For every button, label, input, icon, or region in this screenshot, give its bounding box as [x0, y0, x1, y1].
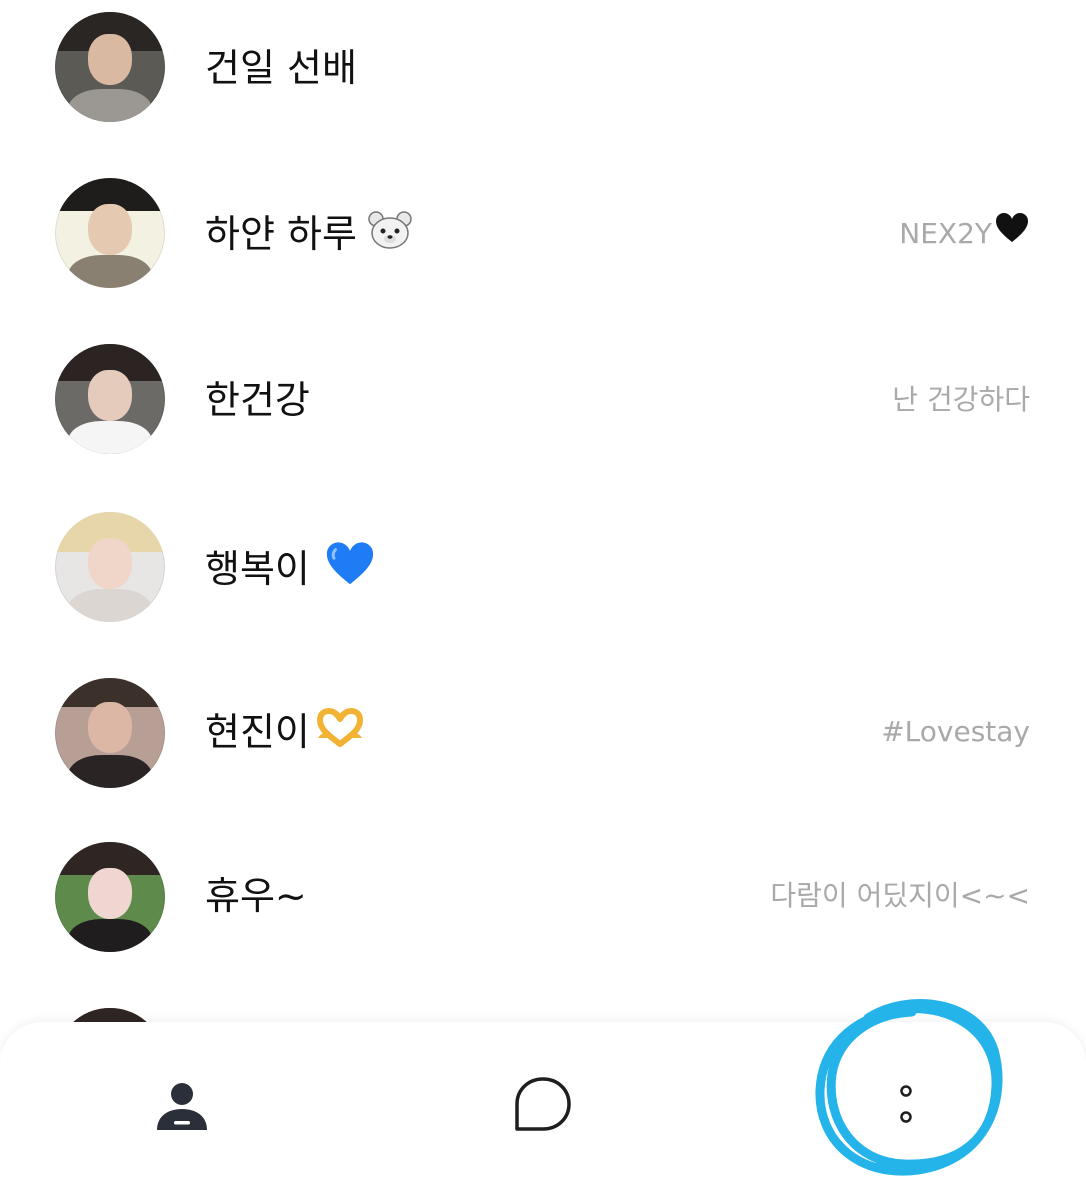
chat-bubble-icon [512, 1075, 574, 1139]
friend-name-text: 행복이 [205, 547, 310, 591]
friend-name-text: 현진이 [205, 710, 310, 754]
avatar[interactable] [55, 178, 165, 288]
friend-row[interactable]: 현진이 #Lovestay [0, 664, 1086, 830]
friend-name: 휴우~ [205, 868, 307, 924]
nav-more-button[interactable] [846, 1042, 966, 1172]
avatar[interactable] [55, 678, 165, 788]
status-text: 다람이 어딨지이<~< [770, 879, 1030, 912]
friend-row[interactable]: 하얀 하루 NEX2Y [0, 166, 1086, 332]
friend-row[interactable]: 행복이 [0, 498, 1086, 664]
friend-name-text: 한건강 [205, 378, 310, 422]
status-message: 다람이 어딨지이<~< [770, 868, 1030, 924]
nav-friends-button[interactable] [122, 1042, 242, 1172]
friend-name-text: 휴우~ [205, 874, 307, 918]
friend-name-text: 하얀 하루 [205, 212, 357, 256]
friend-name-text: 건일 선배 [205, 46, 357, 90]
friend-name: 건일 선배 [205, 40, 357, 96]
friend-list: 건일 선배 하얀 하루 NEX2Y 한건강 난 건강하다 행복이 현진이 #Lo… [0, 0, 1086, 1200]
friend-row[interactable]: 건일 선배 [0, 0, 1086, 166]
blue-heart-emoji [324, 540, 376, 603]
black-heart-emoji [994, 207, 1030, 263]
avatar[interactable] [55, 842, 165, 952]
heart-hands-emoji [314, 707, 366, 763]
person-icon [154, 1077, 210, 1137]
status-text: 난 건강하다 [892, 383, 1030, 416]
status-message: #Lovestay [881, 704, 1030, 760]
status-message: 난 건강하다 [892, 372, 1030, 428]
status-text: #Lovestay [881, 715, 1030, 748]
avatar[interactable] [55, 512, 165, 622]
bear-emoji [367, 209, 413, 265]
friend-name: 현진이 [205, 704, 366, 760]
friend-name: 한건강 [205, 372, 310, 428]
avatar[interactable] [55, 344, 165, 454]
avatar[interactable] [55, 12, 165, 122]
friend-row[interactable]: 휴우~ 다람이 어딨지이<~< [0, 830, 1086, 996]
more-icon [894, 1075, 918, 1139]
bottom-nav [0, 1022, 1086, 1200]
friend-name: 하얀 하루 [205, 206, 413, 262]
friend-row[interactable]: 한건강 난 건강하다 [0, 332, 1086, 498]
status-text: NEX2Y [899, 217, 992, 250]
friends-screen: 건일 선배 하얀 하루 NEX2Y 한건강 난 건강하다 행복이 현진이 #Lo… [0, 0, 1086, 1200]
nav-chats-button[interactable] [483, 1042, 603, 1172]
friend-name: 행복이 [205, 540, 376, 596]
status-message: NEX2Y [899, 206, 1030, 262]
